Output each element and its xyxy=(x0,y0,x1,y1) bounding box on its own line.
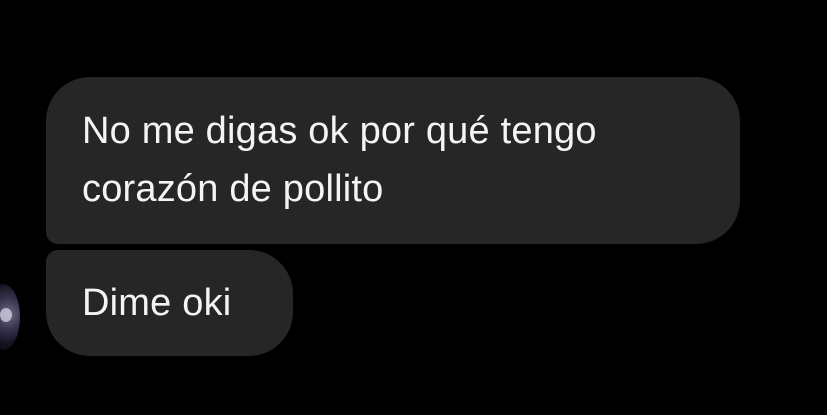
message-text: No me digas ok por qué tengo corazón de … xyxy=(82,110,597,210)
message-text: Dime oki xyxy=(82,282,232,324)
chat-thread: No me digas ok por qué tengo corazón de … xyxy=(0,0,827,415)
message-bubble-received[interactable]: No me digas ok por qué tengo corazón de … xyxy=(46,77,740,244)
message-bubble-received[interactable]: Dime oki xyxy=(46,250,293,356)
contact-avatar-icon[interactable] xyxy=(0,284,20,350)
